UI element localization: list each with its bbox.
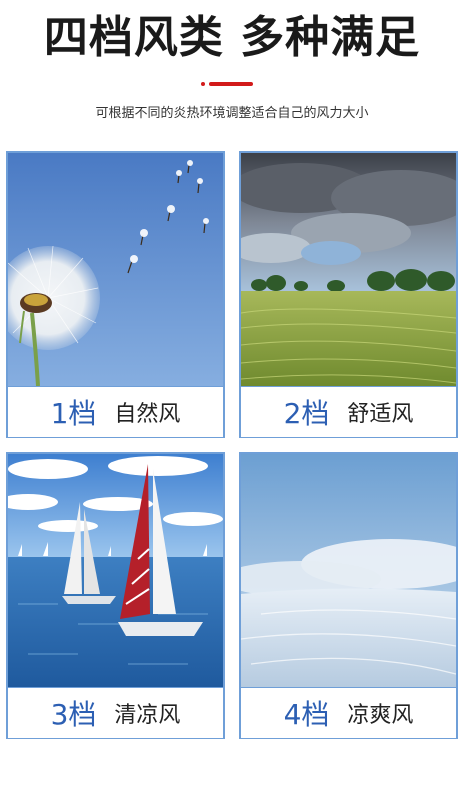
level-label: 4档	[283, 698, 330, 731]
page-title: 四档风类 多种满足	[43, 12, 421, 63]
wind-mode-card-2: 2档 舒适风	[239, 151, 458, 438]
card-3-caption: 3档 清凉风	[8, 687, 223, 738]
wind-type-label: 自然风	[114, 402, 181, 427]
card-4-caption: 4档 凉爽风	[241, 687, 456, 738]
wind-type-label: 清凉风	[114, 703, 181, 728]
level-label: 1档	[50, 397, 97, 430]
wind-type-label: 舒适风	[347, 402, 414, 427]
wheat-field-image	[241, 153, 456, 386]
wind-mode-card-4: 4档 凉爽风	[239, 452, 458, 739]
wind-type-label: 凉爽风	[347, 703, 414, 728]
wind-mode-card-1: 1档 自然风	[6, 151, 225, 438]
card-2-caption: 2档 舒适风	[241, 386, 456, 437]
dandelion-image	[8, 153, 223, 386]
level-label: 2档	[283, 397, 330, 430]
card-1-caption: 1档 自然风	[8, 386, 223, 437]
page-subtitle: 可根据不同的炎热环境调整适合自己的风力大小	[95, 106, 369, 121]
level-label: 3档	[50, 698, 97, 731]
title-divider	[201, 82, 253, 86]
sailboats-image	[8, 454, 223, 687]
wind-mode-card-3: 3档 清凉风	[6, 452, 225, 739]
snow-field-image	[241, 454, 456, 687]
